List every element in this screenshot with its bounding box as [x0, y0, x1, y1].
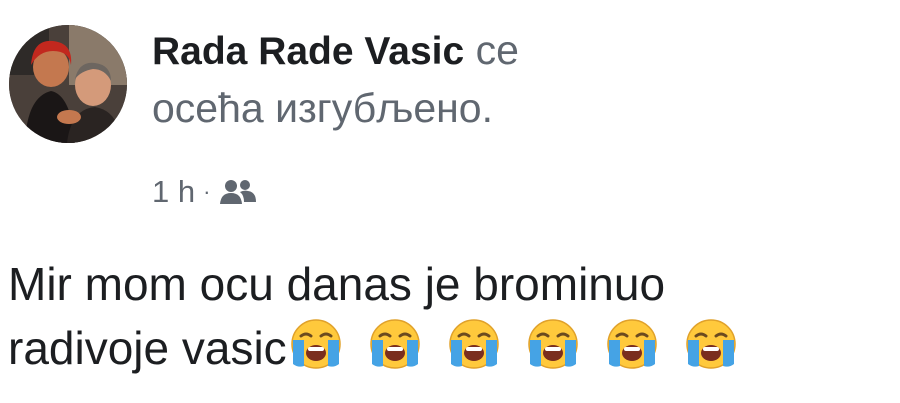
loudly-crying-face-icon [289, 316, 343, 370]
post-text-line-2: radivoje vasic [8, 316, 898, 380]
post-meta: 1 h · [152, 172, 258, 212]
post-header: Rada Rade Vasic се осећа изгубљено. 1 h … [0, 0, 900, 230]
loudly-crying-face-icon [684, 316, 738, 370]
post-text-line-1: Mir mom ocu danas je brominuo [8, 258, 666, 310]
profile-photo-icon [9, 25, 127, 143]
loudly-crying-face-icon [526, 316, 580, 370]
loudly-crying-face-icon [368, 316, 422, 370]
feeling-verb: се [475, 27, 519, 73]
author-avatar[interactable] [9, 25, 127, 143]
feeling-activity: осећа изгубљено. [152, 85, 493, 131]
loudly-crying-face-icon [447, 316, 501, 370]
post-body: Mir mom ocu danas je brominuo radivoje v… [8, 252, 898, 380]
author-name[interactable]: Rada Rade Vasic [152, 30, 464, 73]
post-header-text: Rada Rade Vasic се осећа изгубљено. [152, 22, 872, 136]
loudly-crying-face-icon [605, 316, 659, 370]
emoji-row [289, 316, 763, 370]
meta-separator: · [203, 179, 211, 204]
post-timestamp[interactable]: 1 h [152, 174, 195, 210]
friends-icon[interactable] [218, 176, 258, 208]
post-text-name: radivoje vasic [8, 322, 287, 374]
